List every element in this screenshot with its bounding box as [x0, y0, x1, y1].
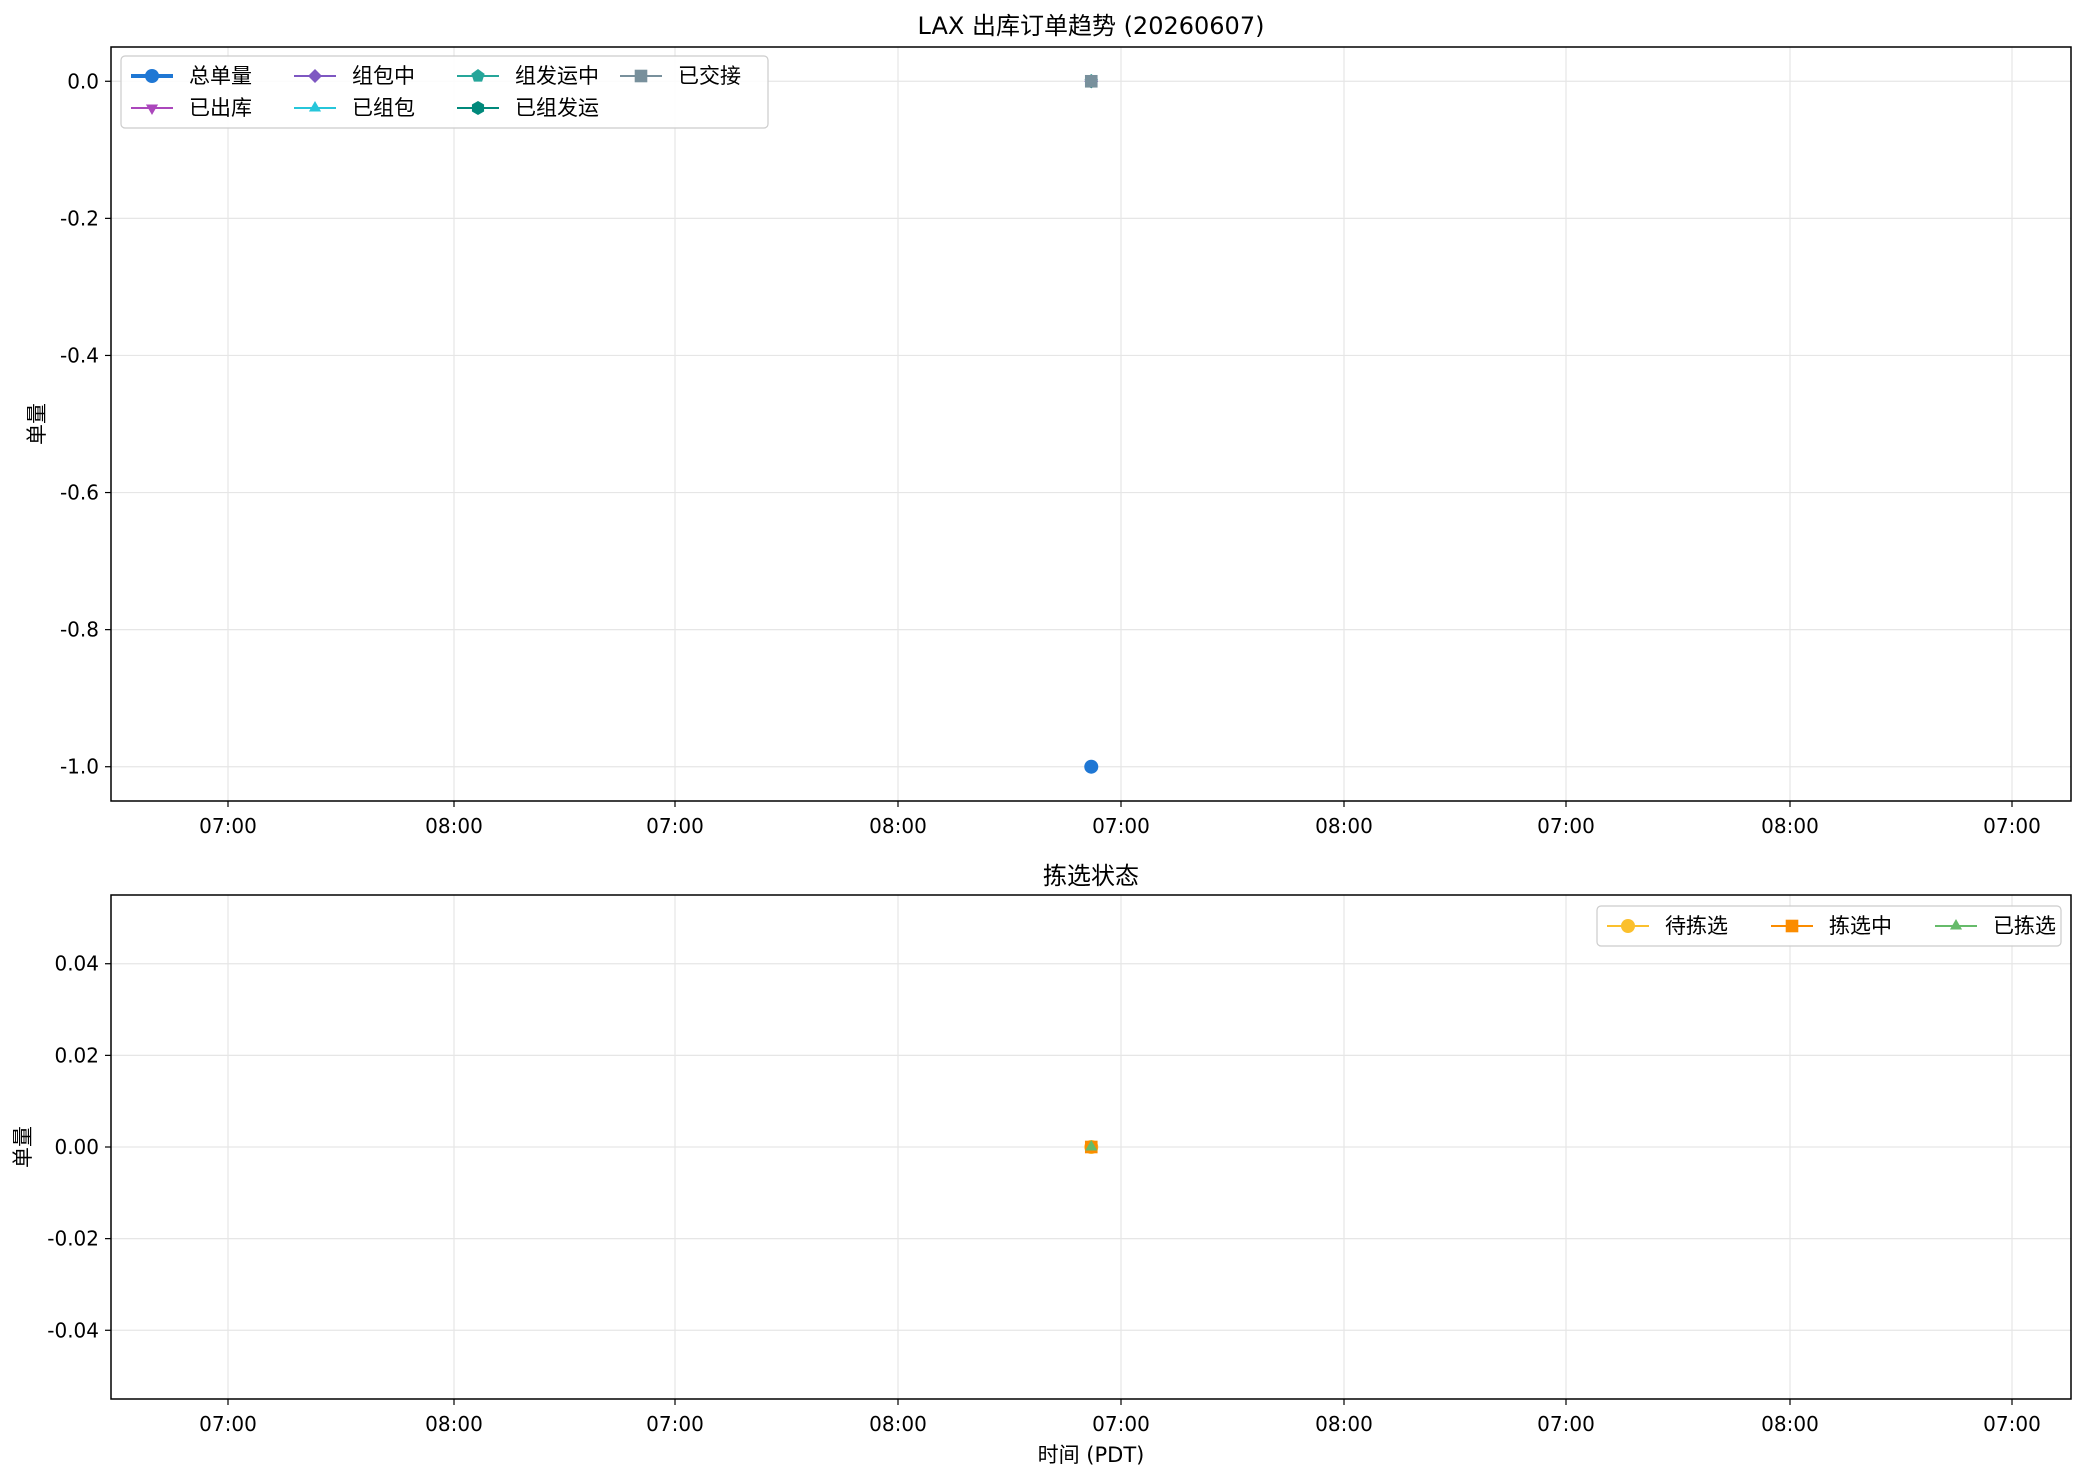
data-point: [1084, 74, 1098, 88]
y-tick-label: -0.04: [47, 1318, 99, 1342]
x-tick-label: 07:00: [646, 814, 704, 838]
legend-label: 组发运中: [515, 64, 599, 88]
outbound-trend-chart: LAX 出库订单趋势 (20260607) 07:00 08:00 07:00 08:0…: [25, 12, 2072, 838]
plot-frame: [110, 46, 2072, 802]
legend-marker: [634, 69, 648, 83]
x-tick-label: 07:00: [199, 814, 257, 838]
legend-marker: [145, 69, 159, 83]
x-tick-label: 08:00: [425, 1412, 483, 1436]
legend-label: 组包中: [352, 64, 415, 88]
x-tick-label: 08:00: [1761, 814, 1819, 838]
x-tick-label: 08:00: [1315, 814, 1373, 838]
y-tick-label: 0.04: [54, 952, 99, 976]
x-tick-label: 08:00: [425, 814, 483, 838]
y-tick-label: -1.0: [60, 755, 99, 779]
legend-label: 已交接: [678, 64, 741, 88]
x-tick-label: 07:00: [1537, 1412, 1595, 1436]
legend-label: 已组发运: [515, 96, 599, 120]
y-tick-label: -0.02: [47, 1227, 99, 1251]
y-axis-label: 单量: [11, 1126, 35, 1168]
x-axis-label: 时间 (PDT): [1038, 1443, 1145, 1467]
y-tick-label: 0.00: [54, 1135, 99, 1159]
x-tick-label: 08:00: [869, 1412, 927, 1436]
x-tick-label: 08:00: [869, 814, 927, 838]
legend-label: 总单量: [189, 64, 252, 88]
chart-figure: LAX 出库订单趋势 (20260607) 07:00 08:00 07:00 08:0…: [11, 12, 2072, 1467]
y-tick-label: 0.0: [67, 69, 99, 93]
legend-marker: [1785, 919, 1799, 933]
legend-label: 待拣选: [1665, 914, 1728, 938]
picking-status-chart: 拣选状态 07:00 08:00 07:00 08:00 07:00 08:00 07:00 0…: [11, 862, 2072, 1467]
chart-title: 拣选状态: [1043, 862, 1139, 890]
x-tick-label: 07:00: [1983, 1412, 2041, 1436]
y-tick-label: -0.6: [60, 481, 99, 505]
y-tick-label: -0.8: [60, 618, 99, 642]
y-axis-label: 单量: [25, 403, 49, 445]
x-tick-label: 07:00: [199, 1412, 257, 1436]
data-point: [1084, 759, 1099, 774]
x-tick-label: 08:00: [1761, 1412, 1819, 1436]
x-tick-label: 07:00: [646, 1412, 704, 1436]
legend-label: 已组包: [352, 96, 415, 120]
y-tick-label: -0.2: [60, 206, 99, 230]
x-tick-label: 07:00: [1983, 814, 2041, 838]
chart-title: LAX 出库订单趋势 (20260607): [918, 12, 1265, 40]
legend-label: 已拣选: [1993, 914, 2056, 938]
legend-label: 拣选中: [1829, 914, 1892, 938]
y-tick-label: 0.02: [54, 1043, 99, 1067]
legend-label: 已出库: [189, 96, 252, 120]
x-tick-label: 07:00: [1092, 814, 1150, 838]
x-tick-label: 07:00: [1092, 1412, 1150, 1436]
legend-marker: [1621, 919, 1635, 933]
x-tick-label: 07:00: [1537, 814, 1595, 838]
y-tick-label: -0.4: [60, 343, 99, 367]
x-tick-label: 08:00: [1315, 1412, 1373, 1436]
